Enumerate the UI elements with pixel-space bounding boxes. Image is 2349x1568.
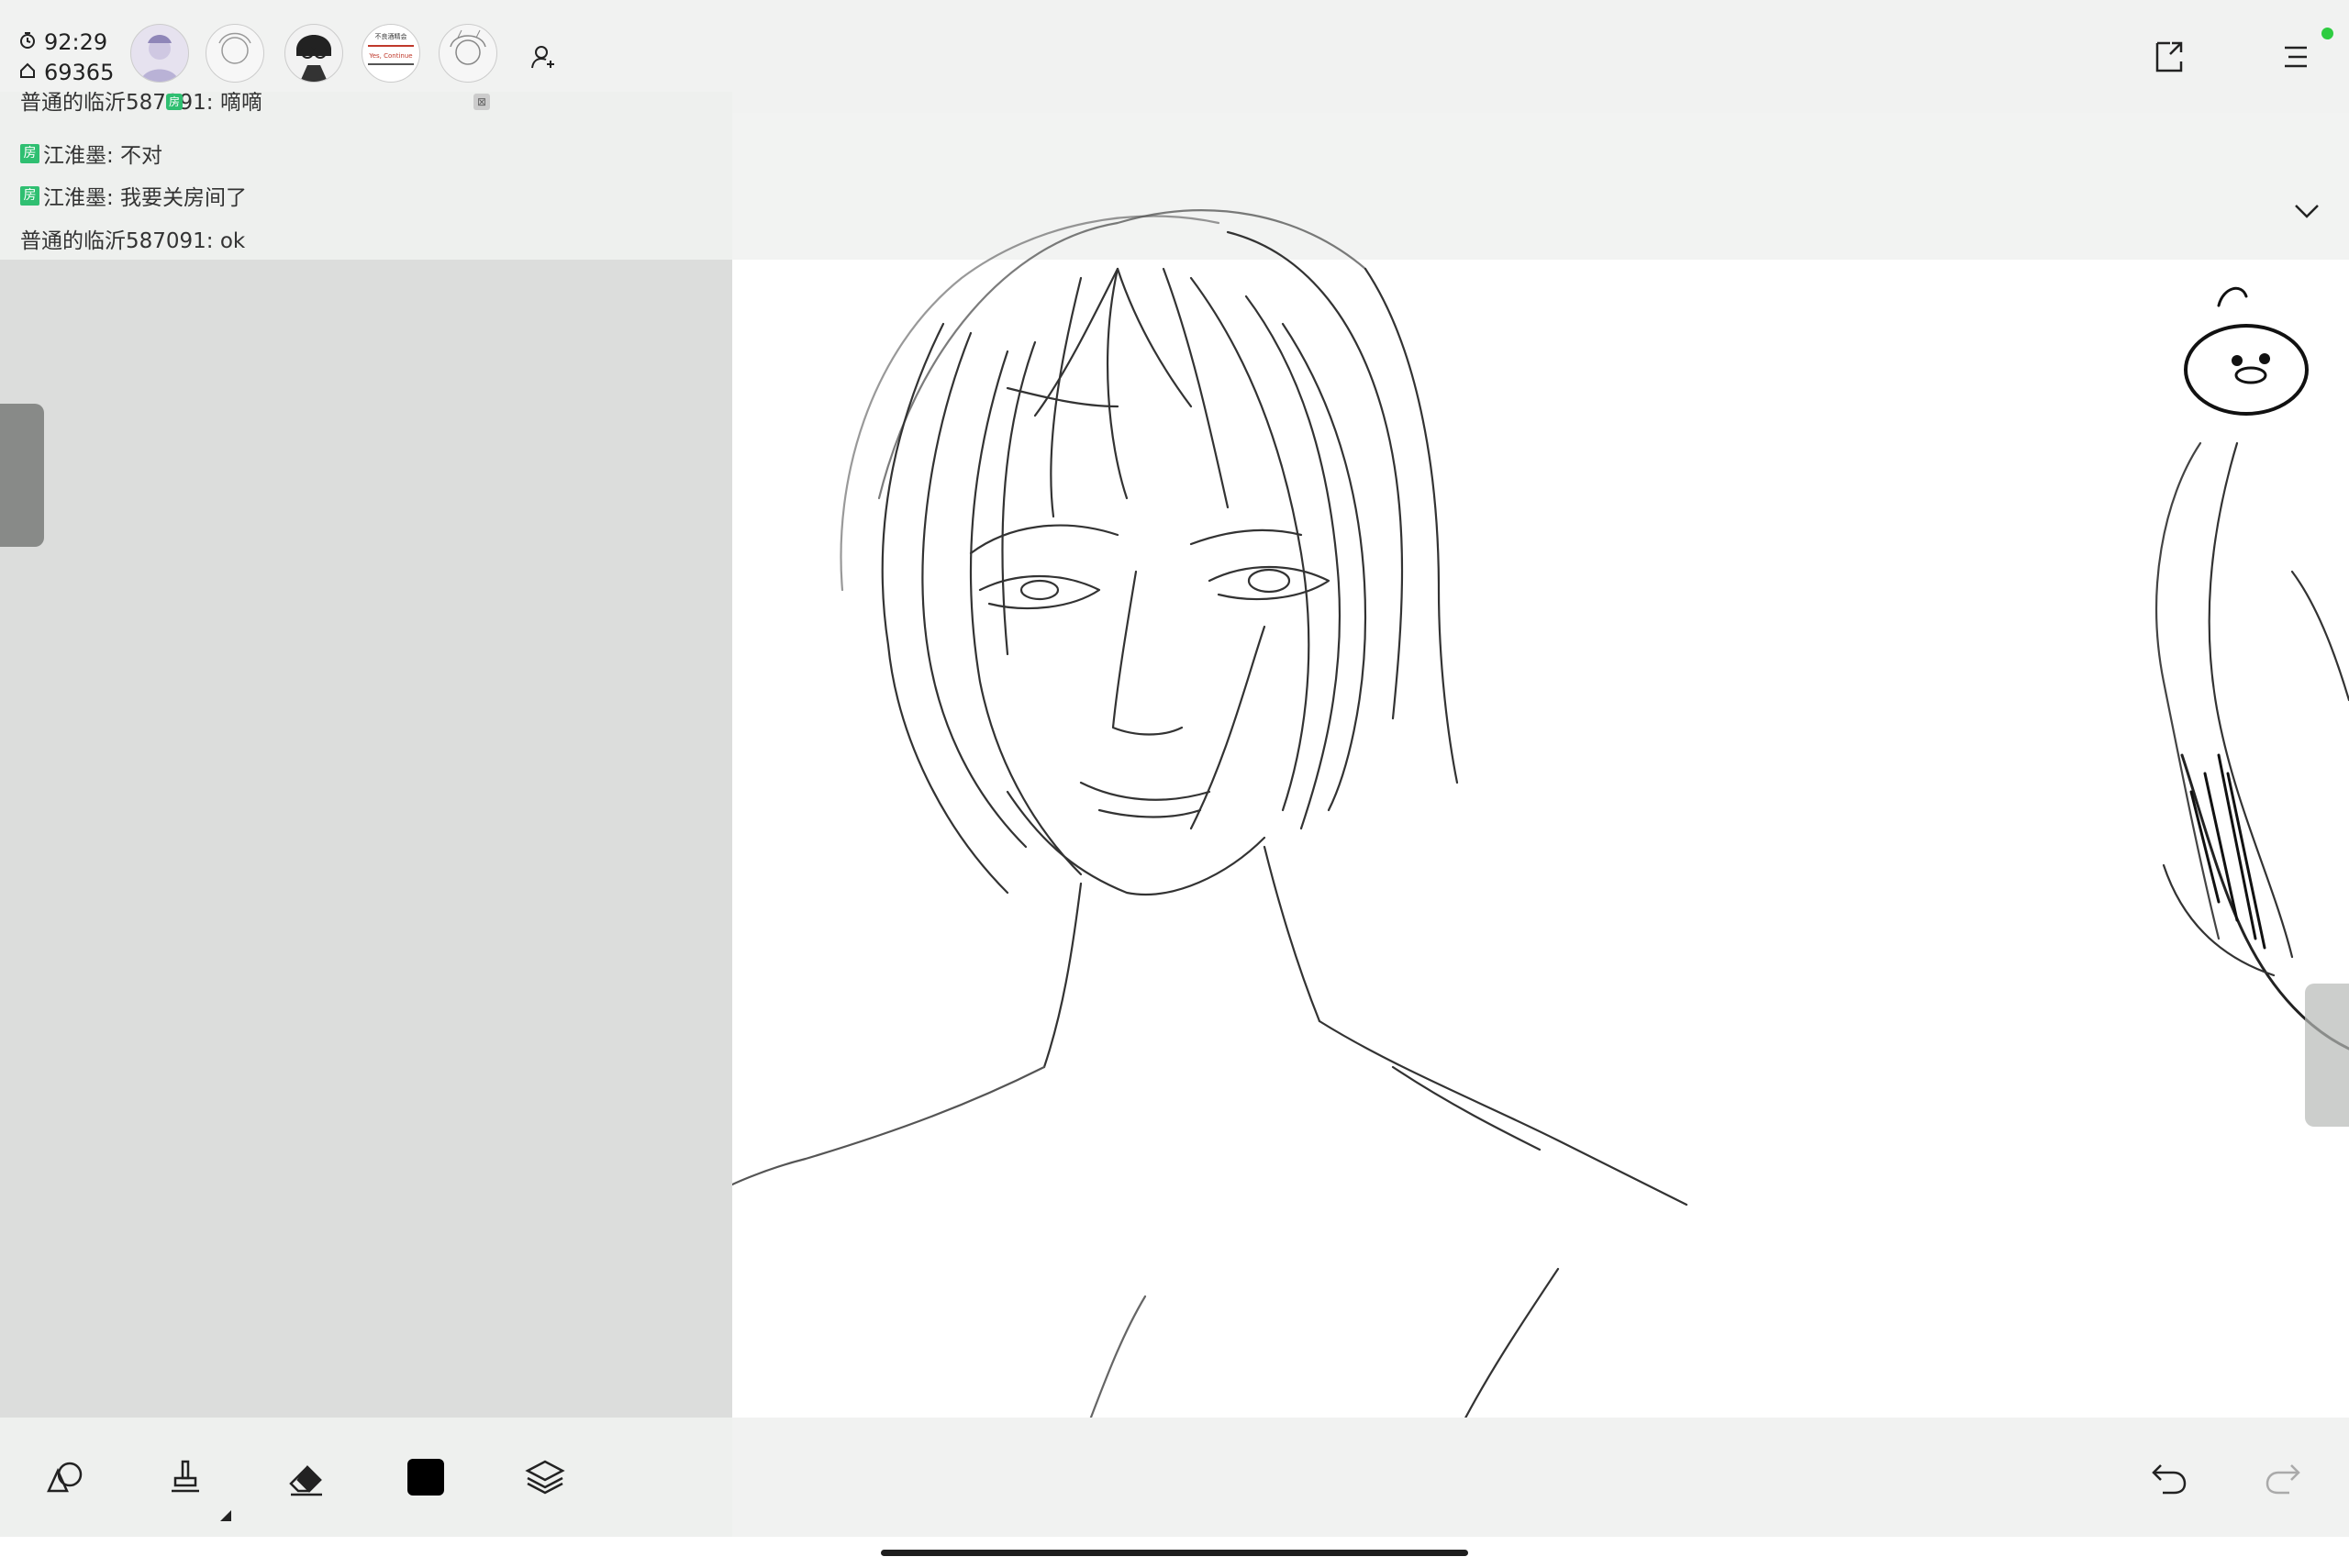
room-tag: 房: [20, 185, 39, 206]
home-icon: [18, 58, 37, 88]
timer-stat: 92:29: [18, 28, 114, 58]
avatar-5[interactable]: [439, 24, 497, 83]
chat-message: 普通的临沂587091: 嘀嘀: [20, 92, 262, 116]
avatar-3[interactable]: [284, 24, 343, 83]
eraser-tool-button[interactable]: [279, 1450, 334, 1505]
redo-button[interactable]: [2255, 1450, 2310, 1505]
redo-icon: [2266, 1464, 2300, 1495]
left-scroll-handle[interactable]: [0, 404, 44, 547]
layers-icon: [525, 1460, 565, 1495]
left-panel: [0, 113, 732, 1418]
avatar-5-badge: ⊠: [473, 94, 490, 110]
timer-value: 92:29: [44, 29, 108, 55]
brush-tool-button[interactable]: [158, 1450, 213, 1505]
chat-message-text: 江淮墨: 我要关房间了: [43, 186, 248, 210]
chat-message-text: 江淮墨: 不对: [43, 144, 163, 168]
bottom-tools-panel: [0, 1418, 732, 1537]
avatar-2[interactable]: [206, 24, 264, 83]
chat-message: 房 江淮墨: 我要关房间了: [20, 180, 247, 211]
avatar-4[interactable]: 不良酒精会 Yes, Continue: [362, 24, 420, 83]
shape-tool-button[interactable]: [39, 1450, 94, 1505]
chevron-down-icon: [2295, 205, 2319, 218]
collapse-button[interactable]: [2288, 193, 2325, 229]
shape-tool-icon: [47, 1462, 83, 1493]
avatar-4-top-text: 不良酒精会: [374, 33, 407, 40]
room-stats: 92:29 69365: [18, 28, 114, 88]
brush-options-indicator[interactable]: [220, 1510, 231, 1521]
online-indicator: [2321, 28, 2333, 39]
menu-icon: [2285, 46, 2307, 68]
color-picker-button[interactable]: [398, 1450, 453, 1505]
layers-button[interactable]: [518, 1450, 573, 1505]
room-tag: 房: [20, 143, 39, 163]
home-count: 69365: [44, 60, 115, 85]
sketch-drawing: [732, 209, 2349, 1445]
chat-message-text: 普通的临沂587091: ok: [20, 229, 246, 253]
chat-message-text: 普通的临沂587091: 嘀嘀: [20, 92, 262, 115]
avatar-4-bottom-text: Yes, Continue: [369, 52, 413, 60]
color-swatch-icon: [407, 1459, 444, 1496]
home-stat: 69365: [18, 58, 114, 88]
chat-message: 房 江淮墨: 不对: [20, 138, 162, 169]
add-user-icon: [531, 46, 554, 69]
host-badge: 房: [166, 94, 183, 110]
share-icon: [2155, 41, 2183, 72]
share-button[interactable]: [2147, 35, 2191, 79]
home-indicator[interactable]: [881, 1550, 1468, 1556]
chat-messages[interactable]: 普通的临沂587091: 嘀嘀 房 江淮墨: 不对 房 江淮墨: 我要关房间了 …: [0, 92, 732, 260]
avatar-1[interactable]: [130, 24, 189, 83]
add-user-button[interactable]: [525, 39, 562, 75]
right-scroll-handle[interactable]: [2305, 984, 2349, 1127]
undo-button[interactable]: [2142, 1450, 2197, 1505]
chat-message: 普通的临沂587091: ok: [20, 223, 245, 254]
undo-icon: [2152, 1464, 2187, 1495]
brush-tool-icon: [172, 1460, 199, 1493]
menu-button[interactable]: [2274, 35, 2318, 79]
clock-icon: [18, 28, 37, 58]
eraser-icon: [289, 1465, 322, 1496]
